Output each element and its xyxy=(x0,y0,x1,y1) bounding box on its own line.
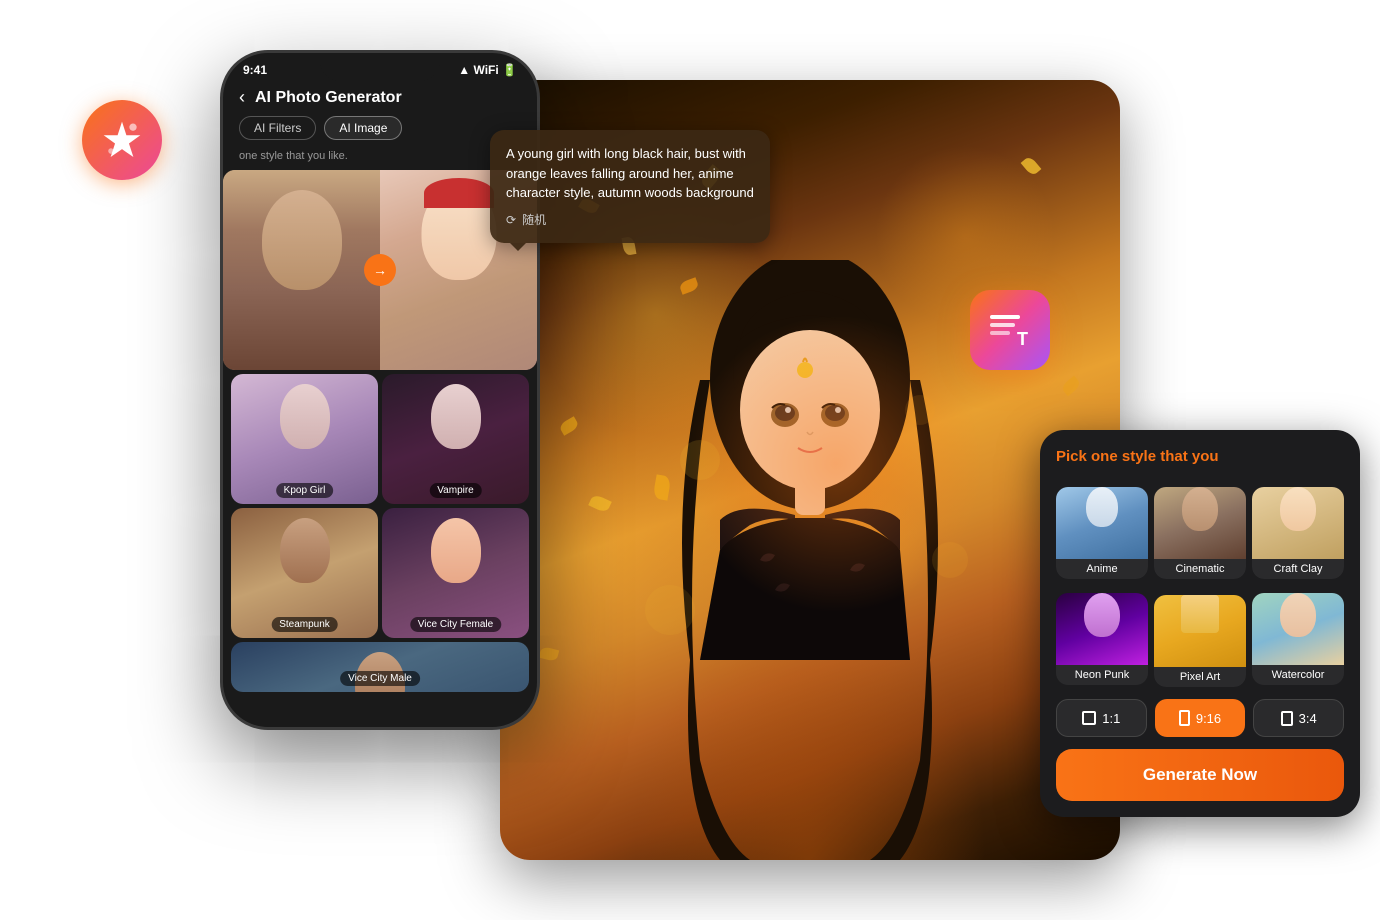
style-thumb-anime xyxy=(1056,487,1148,559)
ratio-square-icon xyxy=(1082,711,1096,725)
style-option-watercolor[interactable]: Watercolor xyxy=(1252,585,1344,687)
style-vampire-cell[interactable]: Vampire xyxy=(382,374,529,504)
tab-ai-filters[interactable]: AI Filters xyxy=(239,116,316,140)
text-tool-icon: T xyxy=(985,305,1035,355)
style-vicefemale-cell[interactable]: Vice City Female xyxy=(382,508,529,638)
style-label-neonpunk: Neon Punk xyxy=(1056,665,1148,685)
phone-style-grid: Kpop Girl Vampire Steampunk Vice City Fe… xyxy=(223,374,537,692)
shuffle-icon: ⟳ xyxy=(506,211,516,229)
style-kpop-label: Kpop Girl xyxy=(276,483,334,498)
style-thumb-pixelart xyxy=(1154,595,1246,667)
status-icons: ▲ WiFi 🔋 xyxy=(458,63,517,77)
style-vicemale-cell[interactable]: Vice City Male xyxy=(231,642,529,692)
phone-notch xyxy=(320,53,440,81)
style-thumb-craftclay xyxy=(1252,487,1344,559)
prompt-tooltip: A young girl with long black hair, bust … xyxy=(490,130,770,243)
style-options-grid: Anime Cinematic Craft Clay Neon Punk xyxy=(1056,479,1344,687)
prompt-random-label: 随机 xyxy=(522,211,546,229)
phone-screen-title: AI Photo Generator xyxy=(255,89,402,107)
phone-header: ‹ AI Photo Generator xyxy=(223,81,537,116)
generate-now-button[interactable]: Generate Now xyxy=(1056,749,1344,801)
ratio-9-16-button[interactable]: 9:16 xyxy=(1155,699,1246,737)
text-tool-app-icon: T xyxy=(970,290,1050,370)
original-photo xyxy=(223,170,380,370)
style-thumb-cinematic xyxy=(1154,487,1246,559)
style-option-craftclay[interactable]: Craft Clay xyxy=(1252,479,1344,579)
style-option-anime[interactable]: Anime xyxy=(1056,479,1148,579)
back-icon[interactable]: ‹ xyxy=(239,87,245,108)
transform-arrow: → xyxy=(364,254,396,286)
style-thumb-neonpunk xyxy=(1056,593,1148,665)
star-sparkle-icon xyxy=(100,118,144,162)
prompt-text: A young girl with long black hair, bust … xyxy=(506,146,754,200)
svg-text:T: T xyxy=(1017,329,1028,349)
style-vicefemale-label: Vice City Female xyxy=(410,617,501,632)
style-option-neonpunk[interactable]: Neon Punk xyxy=(1056,585,1148,687)
ratio-3-4-icon xyxy=(1281,711,1293,726)
style-steampunk-label: Steampunk xyxy=(271,617,338,632)
ratio-1-1-button[interactable]: 1:1 xyxy=(1056,699,1147,737)
style-label-cinematic: Cinematic xyxy=(1154,559,1246,579)
prompt-random-row: ⟳ 随机 xyxy=(506,211,754,229)
ratio-selector: 1:1 9:16 3:4 xyxy=(1056,699,1344,737)
ratio-3-4-button[interactable]: 3:4 xyxy=(1253,699,1344,737)
style-option-pixelart[interactable]: Pixel Art xyxy=(1154,585,1246,687)
style-picker-panel: Pick one style that you Anime Cinematic … xyxy=(1040,430,1360,817)
style-panel-title: Pick one style that you xyxy=(1056,448,1344,465)
style-option-cinematic[interactable]: Cinematic xyxy=(1154,479,1246,579)
style-steampunk-cell[interactable]: Steampunk xyxy=(231,508,378,638)
style-label-craftclay: Craft Clay xyxy=(1252,559,1344,579)
style-vicemale-label: Vice City Male xyxy=(340,671,420,686)
status-time: 9:41 xyxy=(243,63,267,77)
style-label-pixelart: Pixel Art xyxy=(1154,667,1246,687)
ratio-portrait-icon xyxy=(1179,710,1190,726)
style-thumb-watercolor xyxy=(1252,593,1344,665)
style-label-anime: Anime xyxy=(1056,559,1148,579)
style-label-watercolor: Watercolor xyxy=(1252,665,1344,685)
anime-girl-figure xyxy=(620,260,1000,860)
style-kpop-cell[interactable]: Kpop Girl xyxy=(231,374,378,504)
tab-ai-image[interactable]: AI Image xyxy=(324,116,402,140)
style-vampire-label: Vampire xyxy=(429,483,482,498)
star-icon-badge xyxy=(82,100,162,180)
